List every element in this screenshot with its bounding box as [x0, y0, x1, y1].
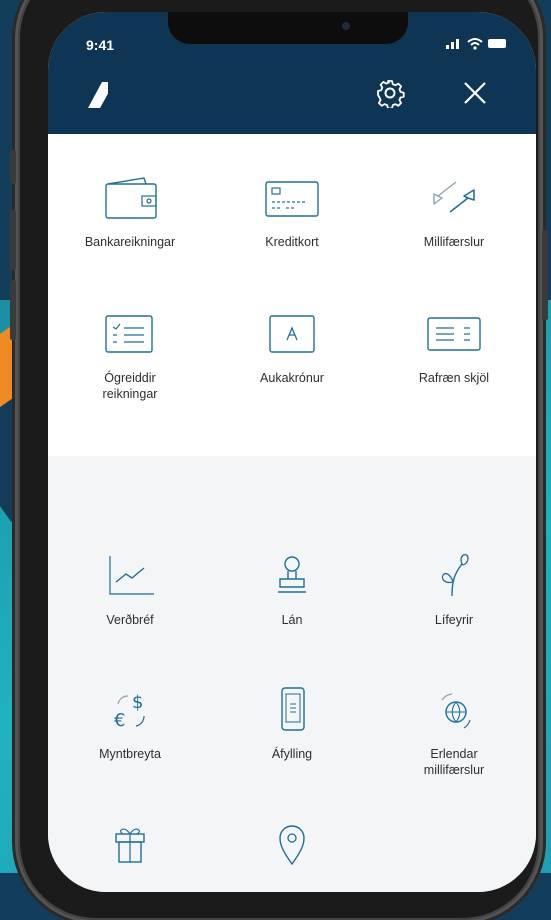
menu-myntbreyta[interactable]: $ € Myntbreyta [60, 686, 200, 762]
stamp-icon [278, 556, 306, 593]
svg-text:€: € [114, 710, 125, 731]
currency-exchange-icon: $ € [114, 692, 145, 731]
svg-text:$: $ [132, 692, 143, 713]
side-button [542, 230, 548, 320]
gift-icon [115, 828, 145, 863]
notch [168, 12, 408, 44]
bonus-card-icon [269, 315, 315, 353]
close-icon[interactable] [462, 80, 488, 106]
signal-wifi-battery-icon [446, 38, 506, 50]
phone-topup-icon [281, 687, 305, 731]
menu-label: Ógreiddir [104, 371, 156, 385]
menu-label: Lífeyrir [434, 613, 474, 627]
status-indicators [446, 36, 508, 53]
transfer-arrows-icon [433, 181, 475, 213]
globe-transfer-icon [441, 693, 471, 729]
app-screen: 9:41 Bankareikningar Kreditkort Millifær… [48, 12, 536, 892]
menu-label: Kreditkort [265, 235, 319, 249]
menu-label: millifærslur [423, 763, 485, 777]
menu-lan[interactable]: Lán [222, 552, 362, 628]
side-button [10, 280, 16, 340]
gear-icon[interactable] [375, 78, 405, 108]
phone-frame: 9:41 Bankareikningar Kreditkort Millifær… [10, 0, 548, 920]
menu-gift[interactable] [60, 820, 200, 880]
side-button [10, 150, 16, 184]
menu-location[interactable] [222, 820, 362, 880]
location-pin-icon [279, 825, 305, 866]
menu-rafraen-skjol[interactable]: Rafræn skjöl [384, 310, 524, 386]
menu-label: reikningar [102, 387, 158, 401]
bank-logo-icon[interactable] [86, 80, 116, 110]
menu-label: Myntbreyta [99, 747, 161, 761]
menu-ogreiddir-reikningar[interactable]: Ógreiddir reikningar [60, 310, 200, 402]
primary-menu: Bankareikningar Kreditkort Millifærslur [48, 134, 536, 456]
document-icon [427, 317, 481, 351]
menu-label: Áfylling [271, 747, 313, 761]
menu-erlendar-millifaerslur[interactable]: Erlendar millifærslur [384, 686, 524, 778]
menu-millifaerslur[interactable]: Millifærslur [384, 174, 524, 250]
menu-afylling[interactable]: Áfylling [222, 686, 362, 762]
menu-label: Rafræn skjöl [418, 371, 490, 385]
camera [342, 22, 350, 30]
line-chart-icon [109, 556, 154, 595]
menu-label: Lán [281, 613, 303, 627]
credit-card-icon [265, 181, 319, 217]
menu-label: Erlendar [430, 747, 478, 761]
secondary-menu: Verðbréf Lán Lífeyrir $ € Myntbreyta Áfy… [48, 456, 536, 892]
menu-verdbref[interactable]: Verðbréf [60, 552, 200, 628]
menu-label: Bankareikningar [84, 235, 176, 249]
menu-kreditkort[interactable]: Kreditkort [222, 174, 362, 250]
menu-label: Aukakrónur [260, 371, 324, 385]
menu-label: Verðbréf [106, 613, 154, 627]
menu-aukakronur[interactable]: Aukakrónur [222, 310, 362, 386]
wallet-icon [105, 177, 157, 219]
plant-icon [441, 553, 469, 597]
app-header: 9:41 [48, 12, 536, 134]
status-time: 9:41 [86, 37, 115, 53]
side-button [10, 210, 16, 270]
menu-lifeyrir[interactable]: Lífeyrir [384, 552, 524, 628]
bill-list-icon [105, 315, 153, 353]
menu-bankareikningar[interactable]: Bankareikningar [60, 174, 200, 250]
menu-label: Millifærslur [423, 235, 485, 249]
